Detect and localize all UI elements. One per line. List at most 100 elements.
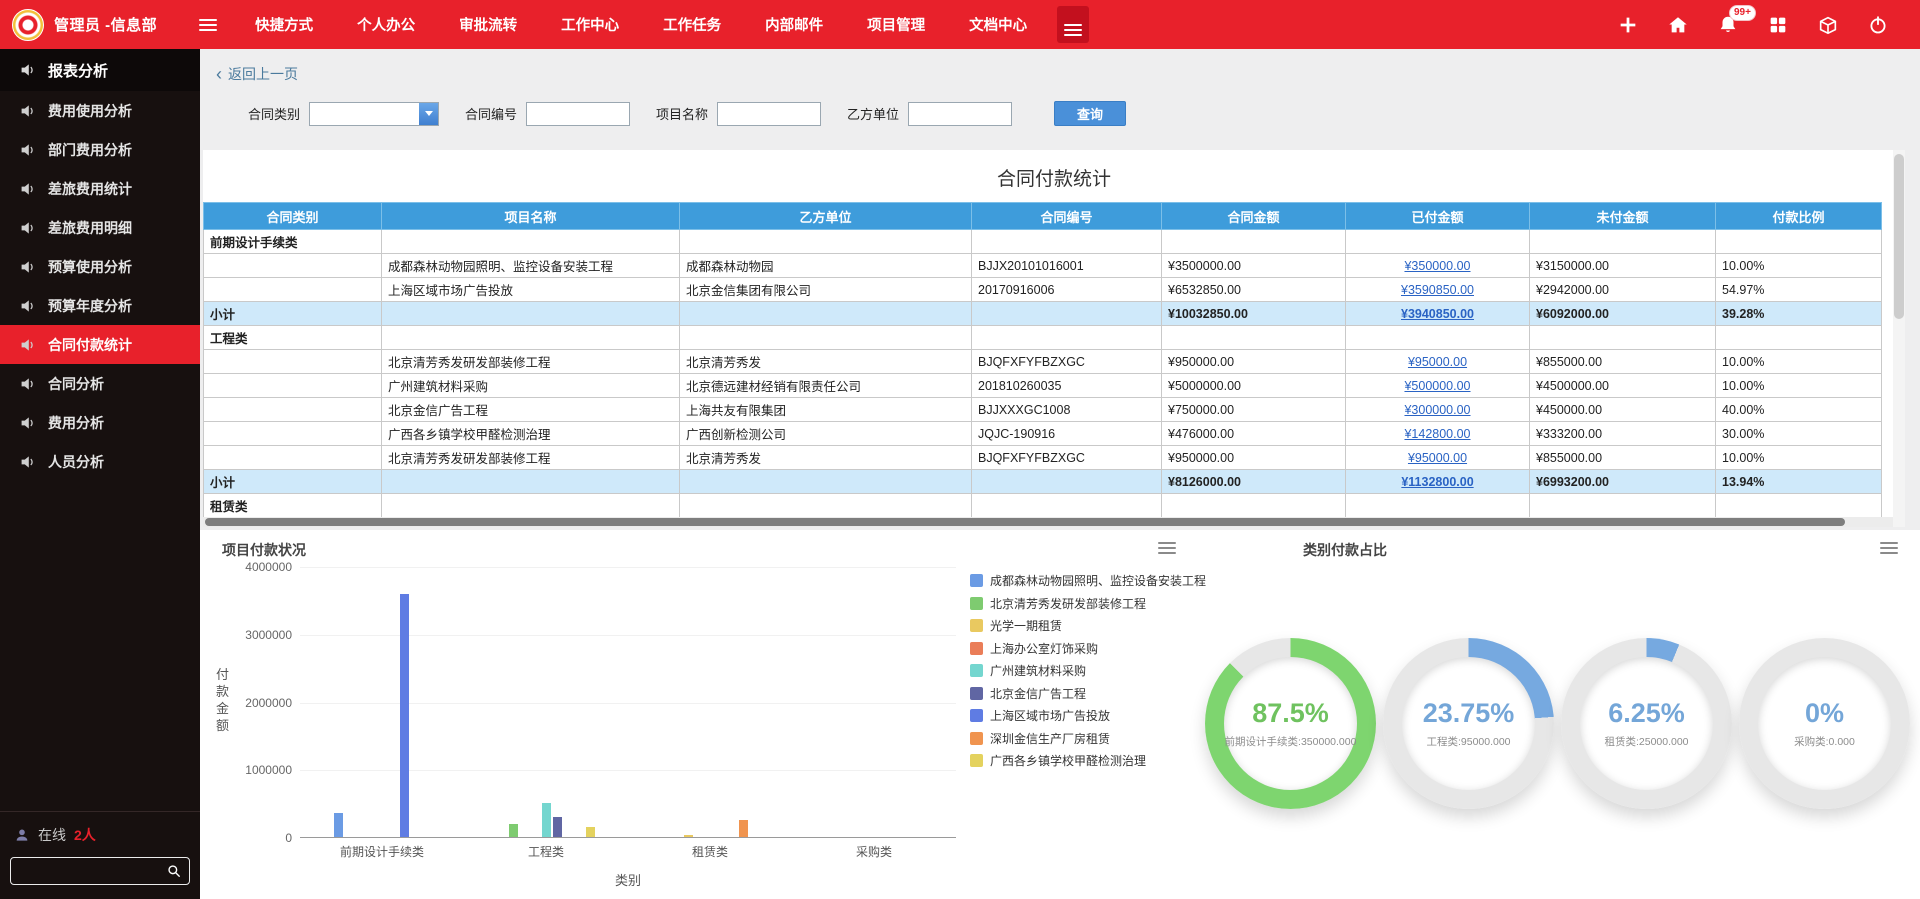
donut-chart-menu-icon[interactable] (1880, 542, 1898, 554)
report-table-body: 前期设计手续类成都森林动物园照明、监控设备安装工程成都森林动物园BJJX2010… (204, 230, 1882, 518)
sidebar-item[interactable]: 差旅费用统计 (0, 169, 200, 208)
select-dropdown-button[interactable] (419, 103, 438, 125)
legend-item[interactable]: 光学一期租赁 (970, 617, 1206, 634)
column-header: 已付金额 (1346, 203, 1530, 230)
vertical-scrollbar-thumb[interactable] (1894, 154, 1904, 319)
paid-amount-link[interactable]: ¥95000.00 (1408, 451, 1467, 465)
category-select[interactable] (309, 102, 439, 126)
legend-item[interactable]: 深圳金信生产厂房租赁 (970, 730, 1206, 747)
query-button[interactable]: 查询 (1054, 101, 1126, 126)
speaker-icon (20, 259, 36, 275)
sidebar-item[interactable]: 部门费用分析 (0, 130, 200, 169)
menu-item[interactable]: 项目管理 (867, 14, 925, 35)
sidebar-item[interactable]: 人员分析 (0, 442, 200, 481)
table-cell: 北京清芳秀发 (680, 446, 972, 470)
paid-amount-link[interactable]: ¥500000.00 (1404, 379, 1470, 393)
gauge-overlay: 0%采购类:0.000 (1739, 638, 1910, 809)
table-cell: 北京清芳秀发研发部装修工程 (382, 446, 680, 470)
legend-item[interactable]: 广西各乡镇学校甲醛检测治理 (970, 752, 1206, 769)
legend-swatch (970, 754, 983, 767)
speaker-icon (20, 298, 36, 314)
sidebar-item[interactable]: 费用使用分析 (0, 91, 200, 130)
table-cell: BJQFXFYFBZXGC (972, 350, 1162, 374)
gridline (300, 703, 956, 704)
gridline (300, 770, 956, 771)
bar-segment (334, 813, 343, 837)
main-content: ‹ 返回上一页 合同类别 合同编号 项目名称 乙方单位 查询 合同付款统计 (200, 49, 1920, 899)
table-cell: ¥2942000.00 (1530, 278, 1716, 302)
legend-label: 广州建筑材料采购 (990, 662, 1086, 679)
legend-item[interactable]: 北京金信广告工程 (970, 685, 1206, 702)
table-cell (204, 254, 382, 278)
back-link[interactable]: ‹ 返回上一页 (200, 49, 298, 84)
legend-label: 上海办公室灯饰采购 (990, 640, 1098, 657)
table-cell (972, 494, 1162, 518)
paid-amount-link[interactable]: ¥350000.00 (1404, 259, 1470, 273)
sidebar-item[interactable]: 预算年度分析 (0, 286, 200, 325)
paid-amount-link[interactable]: ¥3940850.00 (1401, 307, 1474, 321)
legend-item[interactable]: 成都森林动物园照明、监控设备安装工程 (970, 572, 1206, 589)
legend-item[interactable]: 北京清芳秀发研发部装修工程 (970, 595, 1206, 612)
horizontal-scrollbar[interactable] (203, 517, 1893, 527)
menu-item[interactable]: 文档中心 (969, 14, 1027, 35)
add-button[interactable] (1616, 13, 1640, 37)
table-cell (972, 302, 1162, 326)
bar-chart-menu-icon[interactable] (1158, 542, 1176, 554)
home-button[interactable] (1666, 13, 1690, 37)
table-cell: 上海区域市场广告投放 (382, 278, 680, 302)
legend-item[interactable]: 上海办公室灯饰采购 (970, 640, 1206, 657)
sidebar-item[interactable]: 费用分析 (0, 403, 200, 442)
menu-item[interactable]: 工作中心 (561, 14, 619, 35)
power-icon (1867, 14, 1889, 36)
menu-item[interactable]: 审批流转 (459, 14, 517, 35)
table-cell: 20170916006 (972, 278, 1162, 302)
table-cell: 上海共友有限集团 (680, 398, 972, 422)
gauge-value: 23.75% (1423, 698, 1515, 729)
paid-amount-link[interactable]: ¥3590850.00 (1401, 283, 1474, 297)
logout-button[interactable] (1866, 13, 1890, 37)
menu-item[interactable]: 个人办公 (357, 14, 415, 35)
sidebar-header[interactable]: 报表分析 (0, 49, 200, 91)
project-name-input[interactable] (717, 102, 821, 126)
contract-no-input[interactable] (526, 102, 630, 126)
horizontal-scrollbar-thumb[interactable] (205, 518, 1845, 526)
package-button[interactable] (1816, 13, 1840, 37)
more-menus-button[interactable] (1057, 6, 1089, 43)
table-cell: ¥4500000.00 (1530, 374, 1716, 398)
sidebar-item[interactable]: 合同付款统计 (0, 325, 200, 364)
table-cell: ¥950000.00 (1162, 350, 1346, 374)
subtotal-row: 小计¥8126000.00¥1132800.00¥6993200.0013.94… (204, 470, 1882, 494)
paid-amount-link[interactable]: ¥95000.00 (1408, 355, 1467, 369)
menu-item[interactable]: 快捷方式 (255, 14, 313, 35)
table-cell: 39.28% (1716, 302, 1882, 326)
sidebar-search-input[interactable] (11, 864, 167, 879)
sidebar: 报表分析 费用使用分析部门费用分析差旅费用统计差旅费用明细预算使用分析预算年度分… (0, 49, 200, 899)
party-b-input[interactable] (908, 102, 1012, 126)
vertical-scrollbar[interactable] (1893, 150, 1905, 527)
app-logo (12, 9, 44, 41)
paid-amount-link[interactable]: ¥300000.00 (1404, 403, 1470, 417)
speaker-icon (20, 415, 36, 431)
table-cell: ¥3590850.00 (1346, 278, 1530, 302)
topbar: 管理员 -信息部 快捷方式个人办公审批流转工作中心工作任务内部邮件项目管理文档中… (0, 0, 1920, 49)
menu-item[interactable]: 内部邮件 (765, 14, 823, 35)
sidebar-divider (0, 811, 200, 812)
bar-segment (553, 817, 562, 837)
table-cell: ¥3150000.00 (1530, 254, 1716, 278)
search-icon[interactable] (167, 864, 181, 878)
table-cell: 租赁类 (204, 494, 382, 518)
menu-item[interactable]: 工作任务 (663, 14, 721, 35)
sidebar-item[interactable]: 差旅费用明细 (0, 208, 200, 247)
paid-amount-link[interactable]: ¥1132800.00 (1401, 475, 1473, 489)
category-group-row: 租赁类 (204, 494, 1882, 518)
legend-item[interactable]: 上海区域市场广告投放 (970, 707, 1206, 724)
paid-amount-link[interactable]: ¥142800.00 (1404, 427, 1470, 441)
sidebar-item[interactable]: 预算使用分析 (0, 247, 200, 286)
sidebar-item[interactable]: 合同分析 (0, 364, 200, 403)
table-cell (204, 422, 382, 446)
apps-button[interactable] (1766, 13, 1790, 37)
legend-item[interactable]: 广州建筑材料采购 (970, 662, 1206, 679)
nav-toggle-icon[interactable] (199, 19, 217, 31)
notifications-button[interactable]: 99+ (1716, 13, 1740, 37)
table-cell: ¥750000.00 (1162, 398, 1346, 422)
